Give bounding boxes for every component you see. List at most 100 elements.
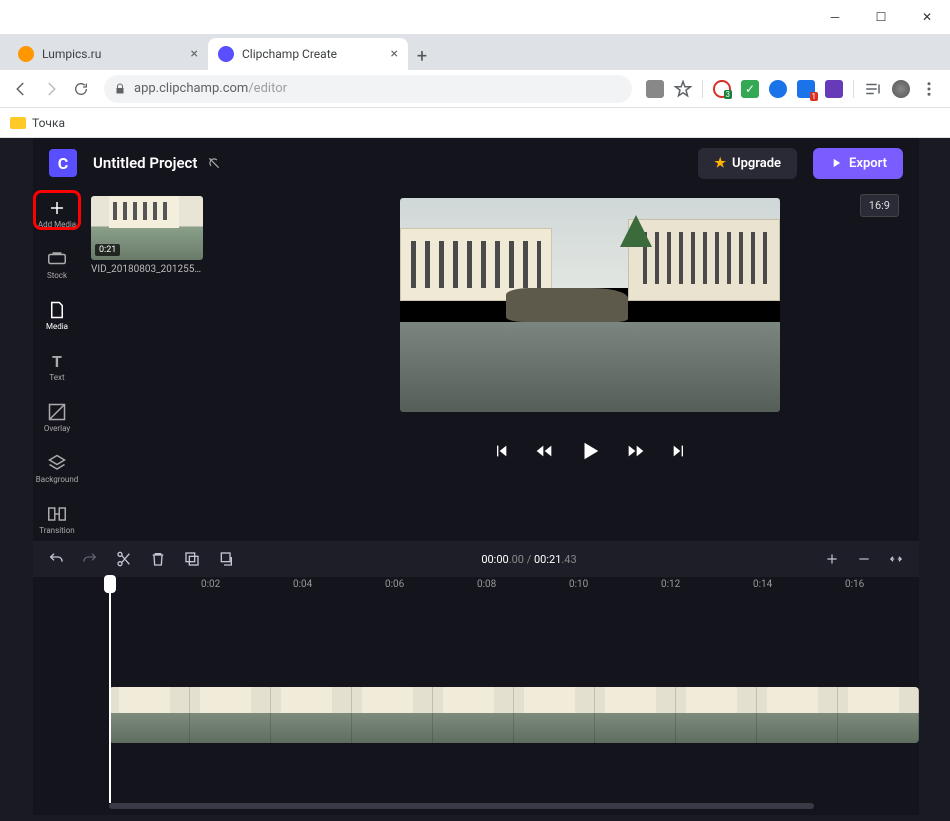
- bookmark-folder[interactable]: Точка: [10, 116, 65, 130]
- copy-button[interactable]: [217, 550, 235, 568]
- window-close[interactable]: ✕: [904, 0, 950, 34]
- skip-end-button[interactable]: [671, 443, 687, 459]
- split-button[interactable]: [115, 550, 133, 568]
- browser-tabstrip: Lumpics.ru × Clipchamp Create × +: [0, 34, 950, 70]
- sync-off-icon: [207, 156, 221, 170]
- thumbnail-filename: VID_20180803_201255....: [91, 264, 203, 275]
- app-logo[interactable]: C: [49, 149, 77, 177]
- rail-text[interactable]: T Text: [34, 347, 80, 386]
- aspect-ratio-badge[interactable]: 16:9: [860, 194, 899, 217]
- export-label: Export: [849, 156, 887, 171]
- url-text: app.clipchamp.com/editor: [134, 81, 622, 96]
- menu-icon[interactable]: [920, 80, 938, 98]
- upgrade-label: Upgrade: [732, 156, 781, 171]
- profile-avatar[interactable]: [892, 80, 910, 98]
- window-minimize[interactable]: ─: [812, 0, 858, 34]
- arrow-right-icon: [42, 80, 60, 98]
- plus-icon: [47, 198, 67, 218]
- ruler-tick: 0:14: [753, 579, 772, 590]
- rail-label: Media: [46, 322, 68, 331]
- project-title[interactable]: Untitled Project: [93, 154, 221, 172]
- rail-label: Overlay: [44, 424, 70, 433]
- extension-icon[interactable]: 1: [797, 80, 815, 98]
- preview-region: 16:9: [261, 188, 919, 541]
- forward-button[interactable]: [627, 443, 645, 459]
- reading-list-icon[interactable]: [864, 80, 882, 98]
- translate-icon[interactable]: [646, 80, 664, 98]
- extension-icon[interactable]: [769, 80, 787, 98]
- zoom-in-button[interactable]: [823, 550, 841, 568]
- folder-icon: [10, 117, 26, 129]
- app-header: C Untitled Project ★ Upgrade Export: [33, 138, 919, 188]
- timeline-ruler[interactable]: 0:02 0:04 0:06 0:08 0:10 0:12 0:14 0:16: [109, 577, 919, 601]
- zoom-out-button[interactable]: [855, 550, 873, 568]
- playhead[interactable]: [109, 577, 111, 803]
- thumbnail-image: 0:21: [91, 196, 203, 260]
- lock-icon: [114, 83, 126, 95]
- text-icon: T: [47, 351, 67, 371]
- overlay-icon: [47, 402, 67, 422]
- rail-media[interactable]: Media: [34, 296, 80, 335]
- rail-stock[interactable]: Stock: [34, 245, 80, 284]
- timeline-scrollbar[interactable]: [33, 803, 919, 815]
- undo-button[interactable]: [47, 550, 65, 568]
- window-maximize[interactable]: ☐: [858, 0, 904, 34]
- tab-close-icon[interactable]: ×: [391, 46, 398, 62]
- add-media-button[interactable]: Add Media: [34, 194, 80, 233]
- video-clip[interactable]: 🔊: [109, 687, 919, 743]
- thumbnail-duration: 0:21: [95, 244, 120, 256]
- zoom-fit-button[interactable]: [887, 550, 905, 568]
- upgrade-button[interactable]: ★ Upgrade: [698, 148, 797, 179]
- new-tab-button[interactable]: +: [408, 42, 436, 70]
- delete-button[interactable]: [149, 550, 167, 568]
- redo-button[interactable]: [81, 550, 99, 568]
- track-empty[interactable]: [109, 601, 919, 687]
- rail-label: Background: [36, 475, 79, 484]
- project-title-text: Untitled Project: [93, 154, 197, 172]
- export-button[interactable]: Export: [813, 148, 903, 179]
- timeline-tracks[interactable]: 🔊: [33, 601, 919, 803]
- nav-reload-button[interactable]: [66, 74, 96, 104]
- star-icon[interactable]: [674, 80, 692, 98]
- star-icon: ★: [714, 156, 726, 171]
- browser-addressbar: app.clipchamp.com/editor 3 ✓ 1: [0, 70, 950, 108]
- media-icon: [47, 300, 67, 320]
- skip-start-button[interactable]: [493, 443, 509, 459]
- ruler-tick: 0:10: [569, 579, 588, 590]
- browser-tab-2[interactable]: Clipchamp Create ×: [208, 38, 408, 70]
- separator: [702, 80, 703, 98]
- ruler-tick: 0:08: [477, 579, 496, 590]
- reload-icon: [73, 81, 89, 97]
- video-preview[interactable]: [400, 198, 780, 412]
- rail-transition[interactable]: Transition: [34, 500, 80, 539]
- rail-label: Transition: [39, 526, 74, 535]
- media-thumbnail[interactable]: 0:21 VID_20180803_201255....: [91, 196, 203, 275]
- app-root: C Untitled Project ★ Upgrade Export Add …: [33, 138, 919, 815]
- play-button[interactable]: [579, 440, 601, 462]
- tab-title: Lumpics.ru: [42, 47, 185, 61]
- timeline-time: 00:00.00 / 00:21.43: [251, 553, 807, 566]
- tab-title: Clipchamp Create: [242, 47, 385, 61]
- arrow-left-icon: [12, 80, 30, 98]
- rail-overlay[interactable]: Overlay: [34, 398, 80, 437]
- transport-controls: [493, 440, 687, 462]
- extension-icon[interactable]: ✓: [741, 80, 759, 98]
- duplicate-button[interactable]: [183, 550, 201, 568]
- transition-icon: [47, 504, 67, 524]
- export-icon: [829, 156, 843, 170]
- extension-icon[interactable]: [825, 80, 843, 98]
- ruler-tick: 0:02: [201, 579, 220, 590]
- separator: [853, 80, 854, 98]
- media-panel: 0:21 VID_20180803_201255....: [81, 188, 261, 541]
- timeline-toolbar: 00:00.00 / 00:21.43: [33, 541, 919, 577]
- nav-forward-button[interactable]: [36, 74, 66, 104]
- nav-back-button[interactable]: [6, 74, 36, 104]
- rewind-button[interactable]: [535, 443, 553, 459]
- browser-tab-1[interactable]: Lumpics.ru ×: [8, 38, 208, 70]
- url-input[interactable]: app.clipchamp.com/editor: [104, 75, 632, 103]
- extension-icon[interactable]: 3: [713, 80, 731, 98]
- tab-close-icon[interactable]: ×: [191, 46, 198, 62]
- rail-background[interactable]: Background: [34, 449, 80, 488]
- playhead-knob[interactable]: [104, 575, 116, 593]
- ruler-tick: 0:04: [293, 579, 312, 590]
